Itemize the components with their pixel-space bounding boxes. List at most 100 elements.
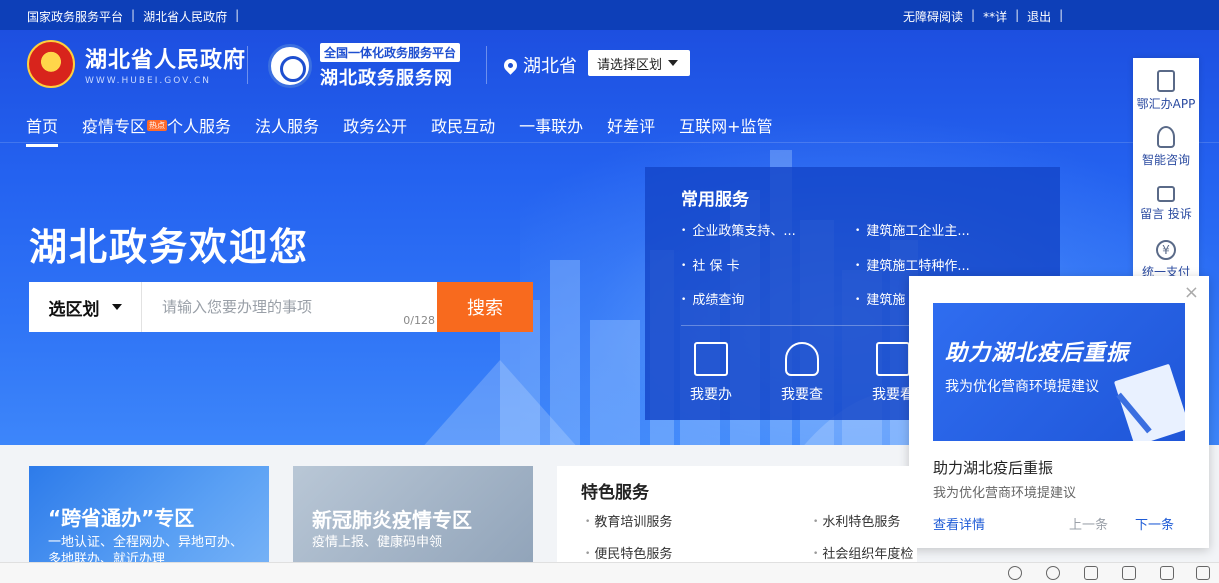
- national-emblem-icon: [27, 40, 75, 88]
- chat-bubble-icon: [1157, 186, 1175, 202]
- nav-label: 政务公开: [343, 117, 408, 136]
- search-button[interactable]: 搜索: [437, 282, 533, 332]
- nav-rating[interactable]: 好差评: [607, 113, 655, 145]
- header-divider: [486, 46, 487, 84]
- region-select-label: 请选择区划: [597, 57, 663, 73]
- region-select[interactable]: 请选择区划: [588, 50, 690, 76]
- platform-logo-icon: [268, 44, 312, 88]
- banner-title: 助力湖北疫后重振: [945, 341, 1130, 366]
- top-left-links: 国家政务服务平台 | 湖北省人民政府 |: [27, 8, 239, 25]
- header-divider: [247, 46, 248, 84]
- nav-label: 一事联办: [519, 117, 584, 136]
- card-title: “跨省通办”专区: [48, 506, 195, 530]
- banner-subtitle: 我为优化营商环境提建议: [945, 379, 1099, 395]
- person-query-icon: [785, 342, 819, 376]
- search-char-count: 0/128: [403, 314, 435, 327]
- link-hubei-gov[interactable]: 湖北省人民政府: [143, 8, 227, 25]
- location-label: 湖北省: [523, 56, 577, 77]
- nav-personal[interactable]: 个人服务: [167, 113, 231, 145]
- toolbar-label: 智能咨询: [1141, 153, 1190, 167]
- nav-label: 政民互动: [431, 117, 496, 136]
- nav-corporate[interactable]: 法人服务: [255, 113, 319, 145]
- popup-banner[interactable]: 助力湖北疫后重振 我为优化营商环境提建议: [933, 303, 1185, 441]
- search-region-label: 选区划: [48, 299, 100, 320]
- caret-down-icon: [111, 304, 122, 310]
- link-logout[interactable]: 退出: [1027, 8, 1051, 25]
- view-details-link[interactable]: 查看详情: [933, 514, 985, 533]
- divider: |: [1015, 8, 1020, 22]
- current-location: 湖北省: [501, 52, 577, 78]
- service-link[interactable]: 企业政策支持、...: [681, 220, 795, 239]
- featured-link[interactable]: 水利特色服务: [813, 511, 900, 530]
- toolbar-label: 留言 投诉: [1140, 207, 1192, 221]
- popup-title: 助力湖北疫后重振: [933, 459, 1054, 477]
- nav-epidemic[interactable]: 疫情专区 热点: [82, 113, 168, 145]
- mobile-phone-icon: [1157, 70, 1175, 92]
- gov-name: 湖北省人民政府: [85, 48, 247, 73]
- service-link[interactable]: 成绩查询: [681, 289, 744, 308]
- divider: |: [131, 8, 136, 22]
- search-input[interactable]: [142, 282, 437, 332]
- nav-divider: [0, 142, 1219, 143]
- caret-down-icon: [668, 60, 679, 66]
- notice-popup: × 助力湖北疫后重振 我为优化营商环境提建议 助力湖北疫后重振 我为优化营商环境…: [909, 276, 1209, 548]
- card-title: 新冠肺炎疫情专区: [312, 508, 472, 532]
- toolbar-consult[interactable]: 智能咨询: [1133, 126, 1199, 168]
- action-label: 我要看: [872, 387, 914, 403]
- window-icon[interactable]: [1160, 566, 1174, 580]
- nav-interaction[interactable]: 政民互动: [431, 113, 495, 145]
- main-nav: 首页 疫情专区 热点 个人服务 法人服务 政务公开 政民互动 一事联办 好差评 互…: [26, 113, 797, 147]
- gov-domain: WWW.HUBEI.GOV.CN: [85, 76, 212, 86]
- yen-icon: ¥: [1156, 240, 1176, 260]
- toolbar-label: 鄂汇办APP: [1136, 97, 1196, 111]
- rocket-icon[interactable]: [1008, 566, 1022, 580]
- nav-supervision[interactable]: 互联网+监管: [679, 113, 772, 145]
- featured-link[interactable]: 便民特色服务: [585, 543, 672, 562]
- gov-brand[interactable]: 湖北省人民政府 WWW.HUBEI.GOV.CN: [27, 40, 246, 88]
- toolbar-payment[interactable]: ¥ 统一支付: [1133, 240, 1199, 280]
- nav-label: 个人服务: [167, 117, 232, 136]
- service-link[interactable]: 建筑施工企业主...: [855, 220, 969, 239]
- next-button[interactable]: 下一条: [1135, 514, 1174, 533]
- link-accessibility[interactable]: 无障碍阅读: [903, 8, 963, 25]
- search-region-select[interactable]: 选区划: [29, 282, 142, 332]
- action-label: 我要查: [781, 387, 823, 403]
- nav-home[interactable]: 首页: [26, 113, 59, 147]
- platform-name: 湖北政务服务网: [320, 68, 453, 89]
- service-link[interactable]: 建筑施工特种作...: [855, 255, 969, 274]
- toolbar-app[interactable]: 鄂汇办APP: [1133, 70, 1199, 112]
- hot-badge: 热点: [147, 120, 168, 131]
- featured-link[interactable]: 教育培训服务: [585, 511, 672, 530]
- action-handle[interactable]: 我要办: [681, 342, 741, 404]
- popup-subtitle: 我为优化营商环境提建议: [933, 486, 1077, 501]
- nav-label: 疫情专区: [82, 117, 147, 136]
- service-link[interactable]: 社 保 卡: [681, 255, 739, 274]
- common-services-title: 常用服务: [681, 190, 749, 210]
- right-floating-toolbar: 鄂汇办APP 智能咨询 留言 投诉 ¥ 统一支付: [1133, 58, 1199, 286]
- browser-status-tray: [0, 562, 1219, 583]
- presentation-icon: [876, 342, 910, 376]
- speaker-icon[interactable]: [1122, 566, 1136, 580]
- nav-joint-service[interactable]: 一事联办: [519, 113, 583, 145]
- speed-icon[interactable]: [1046, 566, 1060, 580]
- action-query[interactable]: 我要查: [772, 342, 832, 404]
- welcome-heading: 湖北政务欢迎您: [29, 225, 310, 269]
- top-right-links: 无障碍阅读 | **详 | 退出 |: [903, 8, 1063, 25]
- platform-brand[interactable]: 全国一体化政务服务平台 湖北政务服务网: [268, 42, 461, 90]
- service-link[interactable]: 建筑施: [855, 289, 905, 308]
- download-icon[interactable]: [1196, 566, 1210, 580]
- user-name[interactable]: **详: [983, 8, 1007, 25]
- previous-button[interactable]: 上一条: [1069, 514, 1108, 533]
- nav-label: 法人服务: [255, 117, 320, 136]
- nav-label: 首页: [26, 117, 59, 136]
- link-national-gov-service[interactable]: 国家政务服务平台: [27, 8, 123, 25]
- divider: |: [235, 8, 240, 22]
- trash-icon[interactable]: [1084, 566, 1098, 580]
- toolbar-feedback[interactable]: 留言 投诉: [1133, 182, 1199, 222]
- divider: |: [971, 8, 976, 22]
- card-subtitle: 疫情上报、健康码申领: [312, 535, 443, 550]
- nav-public-affairs[interactable]: 政务公开: [343, 113, 407, 145]
- search-bar: 选区划 0/128 搜索: [29, 282, 533, 332]
- close-icon[interactable]: ×: [1184, 282, 1199, 303]
- location-pin-icon: [501, 55, 520, 75]
